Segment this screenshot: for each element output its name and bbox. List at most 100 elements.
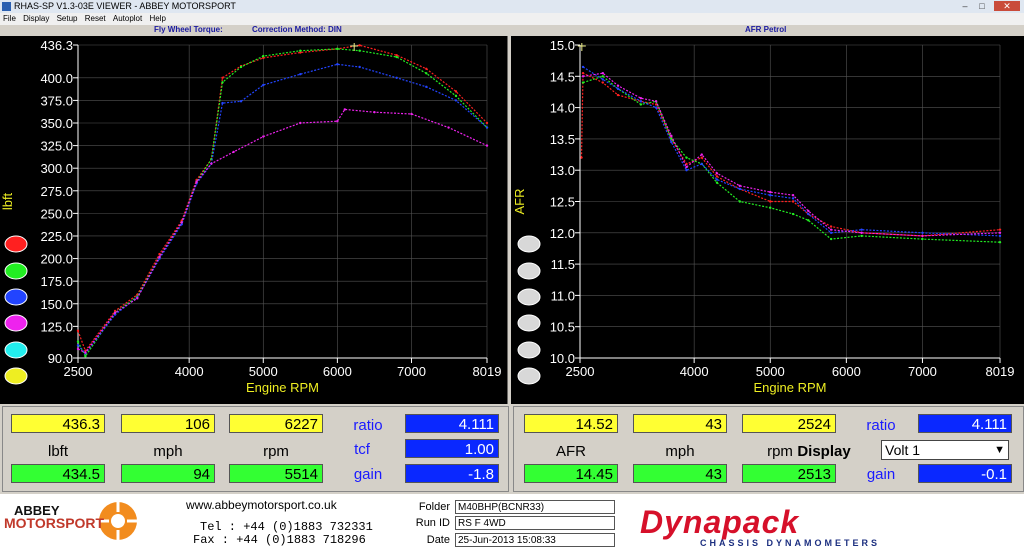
data-point <box>685 156 688 159</box>
legend-button-4[interactable] <box>517 314 541 332</box>
speed-unit-label: mph <box>153 443 183 460</box>
gain-label: gain <box>353 466 383 483</box>
data-point <box>581 81 585 84</box>
afr-unit-label: AFR <box>556 443 586 460</box>
data-point <box>395 55 398 59</box>
menu-display[interactable]: Display <box>23 14 49 23</box>
close-icon[interactable]: ✕ <box>994 1 1020 11</box>
legend-button-cyan[interactable] <box>4 341 28 359</box>
data-point <box>601 75 605 78</box>
data-point <box>860 228 863 231</box>
y-tick-label: 14.5 <box>550 69 575 84</box>
data-point <box>239 65 243 69</box>
data-point <box>425 72 428 75</box>
afr-cursor-value: 14.45 <box>524 464 618 483</box>
legend-button-5[interactable] <box>517 341 541 359</box>
data-point <box>616 84 620 87</box>
menu-reset[interactable]: Reset <box>85 14 106 23</box>
rpm-peak-value: 6227 <box>229 414 323 433</box>
afr-gain-value: -0.1 <box>918 464 1012 483</box>
torque-cursor-value: 434.5 <box>11 464 105 483</box>
x-axis-label: Engine RPM <box>246 380 319 395</box>
date-value: 25-Jun-2013 15:08:33 <box>455 533 615 547</box>
tcf-value: 1.00 <box>405 439 499 458</box>
data-point <box>807 212 810 216</box>
torque-chart-background <box>0 36 509 404</box>
data-point <box>738 187 742 191</box>
y-tick-label: 225.0 <box>40 229 73 244</box>
legend-button-2[interactable] <box>517 262 541 280</box>
display-select[interactable]: Volt 1 ▼ <box>881 440 1009 460</box>
legend-button-3[interactable] <box>517 288 541 306</box>
x-tick-label: 5000 <box>756 364 785 379</box>
data-point <box>654 100 658 103</box>
data-point <box>454 99 458 102</box>
data-point <box>76 329 80 333</box>
legend-button-6[interactable] <box>517 367 541 385</box>
data-point <box>113 311 117 315</box>
data-point <box>921 231 924 234</box>
data-point <box>700 162 703 166</box>
data-point <box>336 119 339 123</box>
runid-label: Run ID <box>415 517 450 529</box>
legend-button-green[interactable] <box>4 262 28 280</box>
data-point <box>921 234 924 238</box>
y-tick-label: 10.5 <box>550 320 575 335</box>
legend-button-1[interactable] <box>517 235 541 253</box>
chevron-down-icon[interactable]: ▼ <box>994 441 1005 460</box>
minimize-icon[interactable]: – <box>958 1 972 11</box>
data-point <box>232 150 235 154</box>
data-point <box>639 100 643 103</box>
data-point <box>343 108 346 111</box>
y-tick-label: 375.0 <box>40 93 73 108</box>
menubar: File Display Setup Reset Autoplot Help <box>0 13 1024 25</box>
legend-button-red[interactable] <box>4 235 28 253</box>
data-point <box>601 81 605 84</box>
date-label: Date <box>426 534 450 546</box>
menu-autoplot[interactable]: Autoplot <box>113 14 142 23</box>
data-point <box>715 175 719 178</box>
data-point <box>738 184 742 188</box>
data-point <box>262 83 265 87</box>
data-point <box>76 347 80 351</box>
y-tick-label: 12.5 <box>550 195 575 210</box>
data-point <box>860 231 863 234</box>
runid-value: RS F 4WD <box>455 516 615 530</box>
afr-chart-background <box>511 36 1024 404</box>
x-tick-label: 8019 <box>986 364 1015 379</box>
data-point <box>769 200 772 203</box>
data-point <box>221 81 224 84</box>
afr-speed-unit-label: mph <box>665 443 695 460</box>
data-point <box>791 194 795 197</box>
data-point <box>336 63 339 66</box>
data-point <box>829 231 833 234</box>
y-tick-label: 11.5 <box>551 257 575 272</box>
data-point <box>299 72 302 76</box>
data-point <box>654 106 658 109</box>
torque-peak-value: 436.3 <box>11 414 105 433</box>
data-point <box>685 165 688 169</box>
data-point <box>221 101 224 105</box>
legend-button-yellow[interactable] <box>4 367 28 385</box>
menu-setup[interactable]: Setup <box>57 14 78 23</box>
afr-gain-label: gain <box>866 466 896 483</box>
y-tick-label: 275.0 <box>40 184 73 199</box>
torque-readout-panel: 436.3 106 6227 ratio 4.111 lbft mph rpm … <box>2 406 509 492</box>
x-tick-label: 8019 <box>473 364 502 379</box>
y-tick-label: 300.0 <box>40 161 73 176</box>
data-point <box>715 172 719 175</box>
data-point <box>221 76 224 80</box>
legend-button-blue[interactable] <box>4 288 28 306</box>
website-link[interactable]: www.abbeymotorsport.co.uk <box>186 498 337 512</box>
data-point <box>84 354 87 358</box>
menu-file[interactable]: File <box>3 14 16 23</box>
legend-button-magenta[interactable] <box>4 314 28 332</box>
y-tick-label: 13.5 <box>550 132 575 147</box>
data-point <box>425 67 428 70</box>
x-tick-label: 2500 <box>64 364 93 379</box>
menu-help[interactable]: Help <box>149 14 165 23</box>
afr-speed-cursor-value: 43 <box>633 464 727 483</box>
afr-peak-value: 14.52 <box>524 414 618 433</box>
maximize-icon[interactable]: □ <box>975 1 989 11</box>
data-point <box>715 181 719 184</box>
